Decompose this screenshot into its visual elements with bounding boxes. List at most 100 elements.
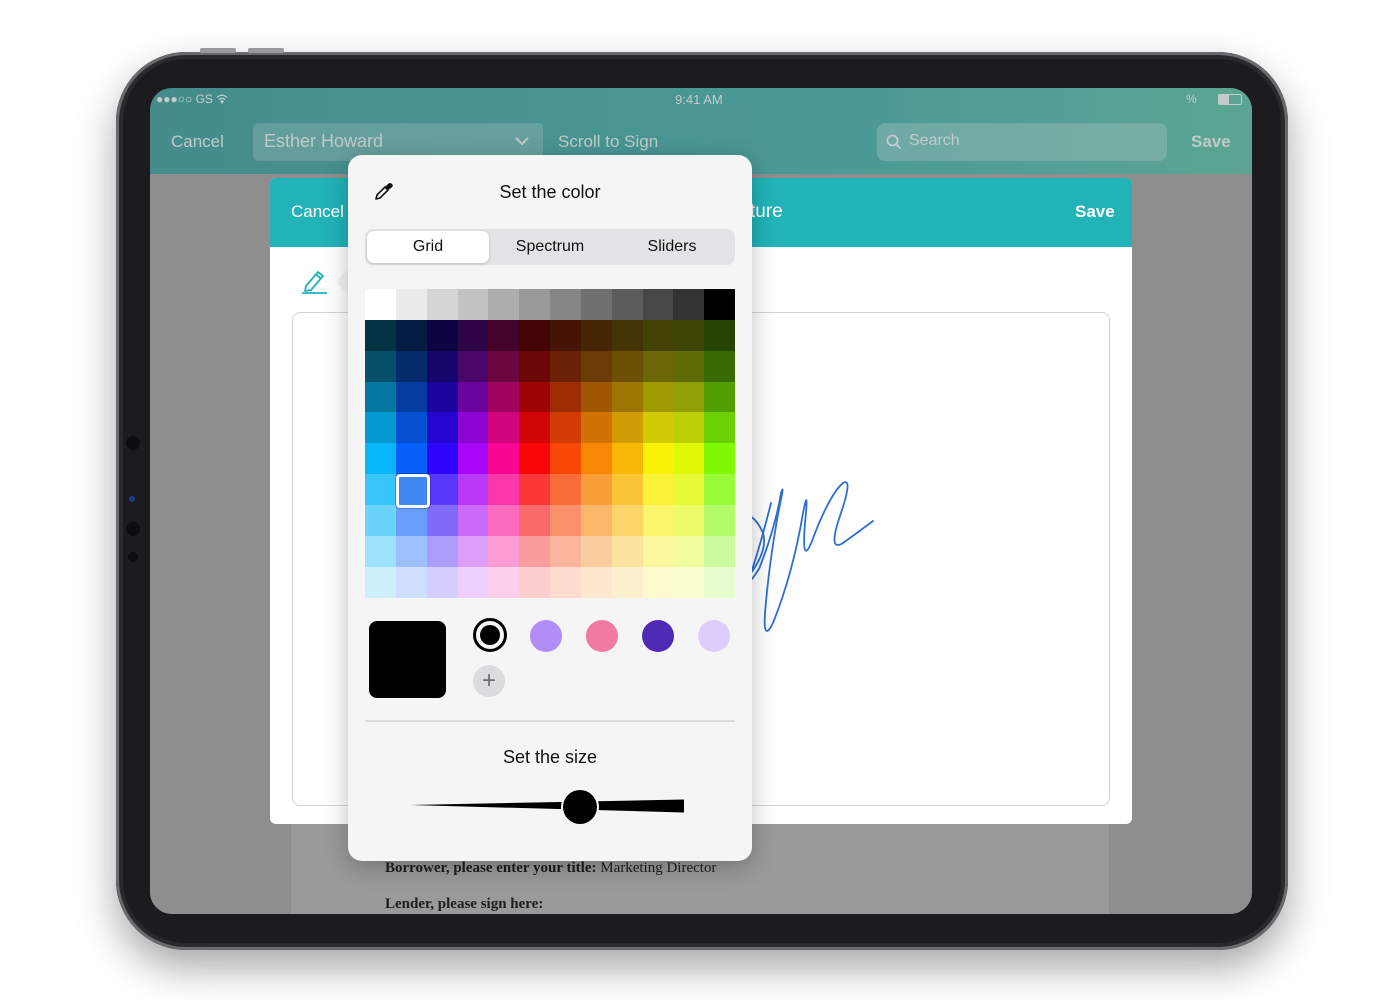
color-grid-cell[interactable]: [550, 443, 582, 475]
color-grid-cell[interactable]: [426, 289, 458, 321]
color-grid-cell[interactable]: [488, 504, 520, 537]
color-grid-cell[interactable]: [642, 535, 674, 567]
color-grid-cell[interactable]: [365, 350, 397, 382]
color-grid-cell[interactable]: [611, 412, 643, 444]
color-grid-cell[interactable]: [550, 566, 582, 598]
color-grid-cell[interactable]: [365, 412, 397, 444]
color-grid-cell[interactable]: [488, 350, 520, 382]
color-grid-cell[interactable]: [704, 566, 736, 598]
color-grid-cell[interactable]: [673, 504, 705, 537]
color-grid-cell[interactable]: [426, 474, 458, 506]
color-grid-cell[interactable]: [488, 289, 520, 321]
add-swatch-button[interactable]: +: [473, 665, 505, 697]
color-grid-cell[interactable]: [580, 474, 613, 506]
color-grid-cell[interactable]: [580, 443, 613, 475]
color-grid-cell[interactable]: [519, 412, 551, 444]
color-grid-cell[interactable]: [395, 566, 428, 598]
color-grid-cell[interactable]: [673, 350, 705, 382]
color-grid-cell[interactable]: [395, 412, 428, 444]
color-grid-cell[interactable]: [395, 381, 428, 413]
color-grid-cell[interactable]: [704, 319, 736, 352]
color-swatch-pink[interactable]: [586, 620, 618, 652]
color-grid-cell[interactable]: [550, 504, 582, 537]
color-grid-cell[interactable]: [395, 504, 428, 537]
color-grid-cell[interactable]: [673, 443, 705, 475]
search-input[interactable]: Search: [877, 123, 1167, 161]
color-grid-cell[interactable]: [365, 474, 397, 506]
color-grid-cell[interactable]: [457, 535, 489, 567]
color-grid-cell[interactable]: [704, 443, 736, 475]
color-grid-cell[interactable]: [611, 474, 643, 506]
color-grid-cell[interactable]: [704, 474, 736, 506]
color-grid-cell[interactable]: [704, 350, 736, 382]
color-grid-cell[interactable]: [457, 504, 489, 537]
color-grid-cell[interactable]: [426, 381, 458, 413]
color-grid-cell[interactable]: [580, 381, 613, 413]
color-grid-cell[interactable]: [395, 350, 428, 382]
color-grid-cell[interactable]: [642, 289, 674, 321]
color-grid-cell[interactable]: [550, 289, 582, 321]
color-grid-cell[interactable]: [550, 474, 582, 506]
color-grid-cell[interactable]: [519, 381, 551, 413]
color-swatch-black[interactable]: [473, 618, 507, 652]
color-grid-cell[interactable]: [642, 319, 674, 352]
color-grid-cell[interactable]: [550, 412, 582, 444]
color-grid-cell[interactable]: [580, 319, 613, 352]
color-grid-cell[interactable]: [550, 319, 582, 352]
nav-cancel-button[interactable]: Cancel: [171, 132, 224, 152]
color-grid-cell[interactable]: [580, 350, 613, 382]
color-grid-cell[interactable]: [642, 350, 674, 382]
color-grid-cell[interactable]: [580, 566, 613, 598]
color-grid-cell[interactable]: [365, 289, 397, 321]
color-grid-cell[interactable]: [488, 381, 520, 413]
color-grid-cell[interactable]: [580, 535, 613, 567]
color-grid-cell[interactable]: [673, 412, 705, 444]
color-grid-cell[interactable]: [426, 566, 458, 598]
color-grid-cell[interactable]: [519, 504, 551, 537]
pen-tool-icon[interactable]: [300, 266, 330, 294]
color-grid-cell[interactable]: [395, 443, 428, 475]
color-grid-cell[interactable]: [673, 566, 705, 598]
color-grid-cell[interactable]: [642, 474, 674, 506]
color-grid-cell[interactable]: [704, 535, 736, 567]
color-grid-cell[interactable]: [488, 566, 520, 598]
color-swatch-lavender[interactable]: [530, 620, 562, 652]
color-grid-cell[interactable]: [365, 443, 397, 475]
color-grid-cell[interactable]: [704, 504, 736, 537]
color-grid-cell[interactable]: [488, 474, 520, 506]
color-grid-cell[interactable]: [365, 319, 397, 352]
color-grid-cell[interactable]: [457, 566, 489, 598]
color-grid-cell[interactable]: [580, 412, 613, 444]
color-grid-cell[interactable]: [519, 289, 551, 321]
color-grid-cell[interactable]: [704, 381, 736, 413]
color-grid-cell[interactable]: [673, 535, 705, 567]
color-grid-cell[interactable]: [395, 319, 428, 352]
color-grid-cell[interactable]: [673, 474, 705, 506]
color-grid-cell[interactable]: [611, 504, 643, 537]
color-grid-cell[interactable]: [642, 381, 674, 413]
color-grid-cell[interactable]: [550, 350, 582, 382]
color-grid-cell[interactable]: [550, 381, 582, 413]
color-grid-cell[interactable]: [519, 566, 551, 598]
color-grid-cell[interactable]: [426, 319, 458, 352]
size-slider-track[interactable]: [410, 795, 684, 817]
color-grid-cell[interactable]: [457, 289, 489, 321]
color-grid-cell[interactable]: [426, 443, 458, 475]
color-grid-cell[interactable]: [426, 350, 458, 382]
color-grid-cell[interactable]: [365, 566, 397, 598]
signature-cancel-button[interactable]: Cancel: [291, 202, 344, 222]
color-grid-cell[interactable]: [457, 474, 489, 506]
color-grid-cell[interactable]: [611, 535, 643, 567]
signature-save-button[interactable]: Save: [1075, 202, 1115, 222]
color-grid-cell[interactable]: [642, 566, 674, 598]
color-grid-cell[interactable]: [457, 412, 489, 444]
tab-sliders[interactable]: Sliders: [611, 231, 733, 263]
color-swatch-indigo[interactable]: [642, 620, 674, 652]
color-grid-cell[interactable]: [488, 535, 520, 567]
color-grid-cell[interactable]: [365, 381, 397, 413]
scroll-to-sign-button[interactable]: Scroll to Sign: [558, 132, 658, 152]
color-grid-cell[interactable]: [519, 350, 551, 382]
tab-grid[interactable]: Grid: [367, 231, 489, 263]
color-grid-cell[interactable]: [611, 566, 643, 598]
color-grid-cell[interactable]: [673, 319, 705, 352]
